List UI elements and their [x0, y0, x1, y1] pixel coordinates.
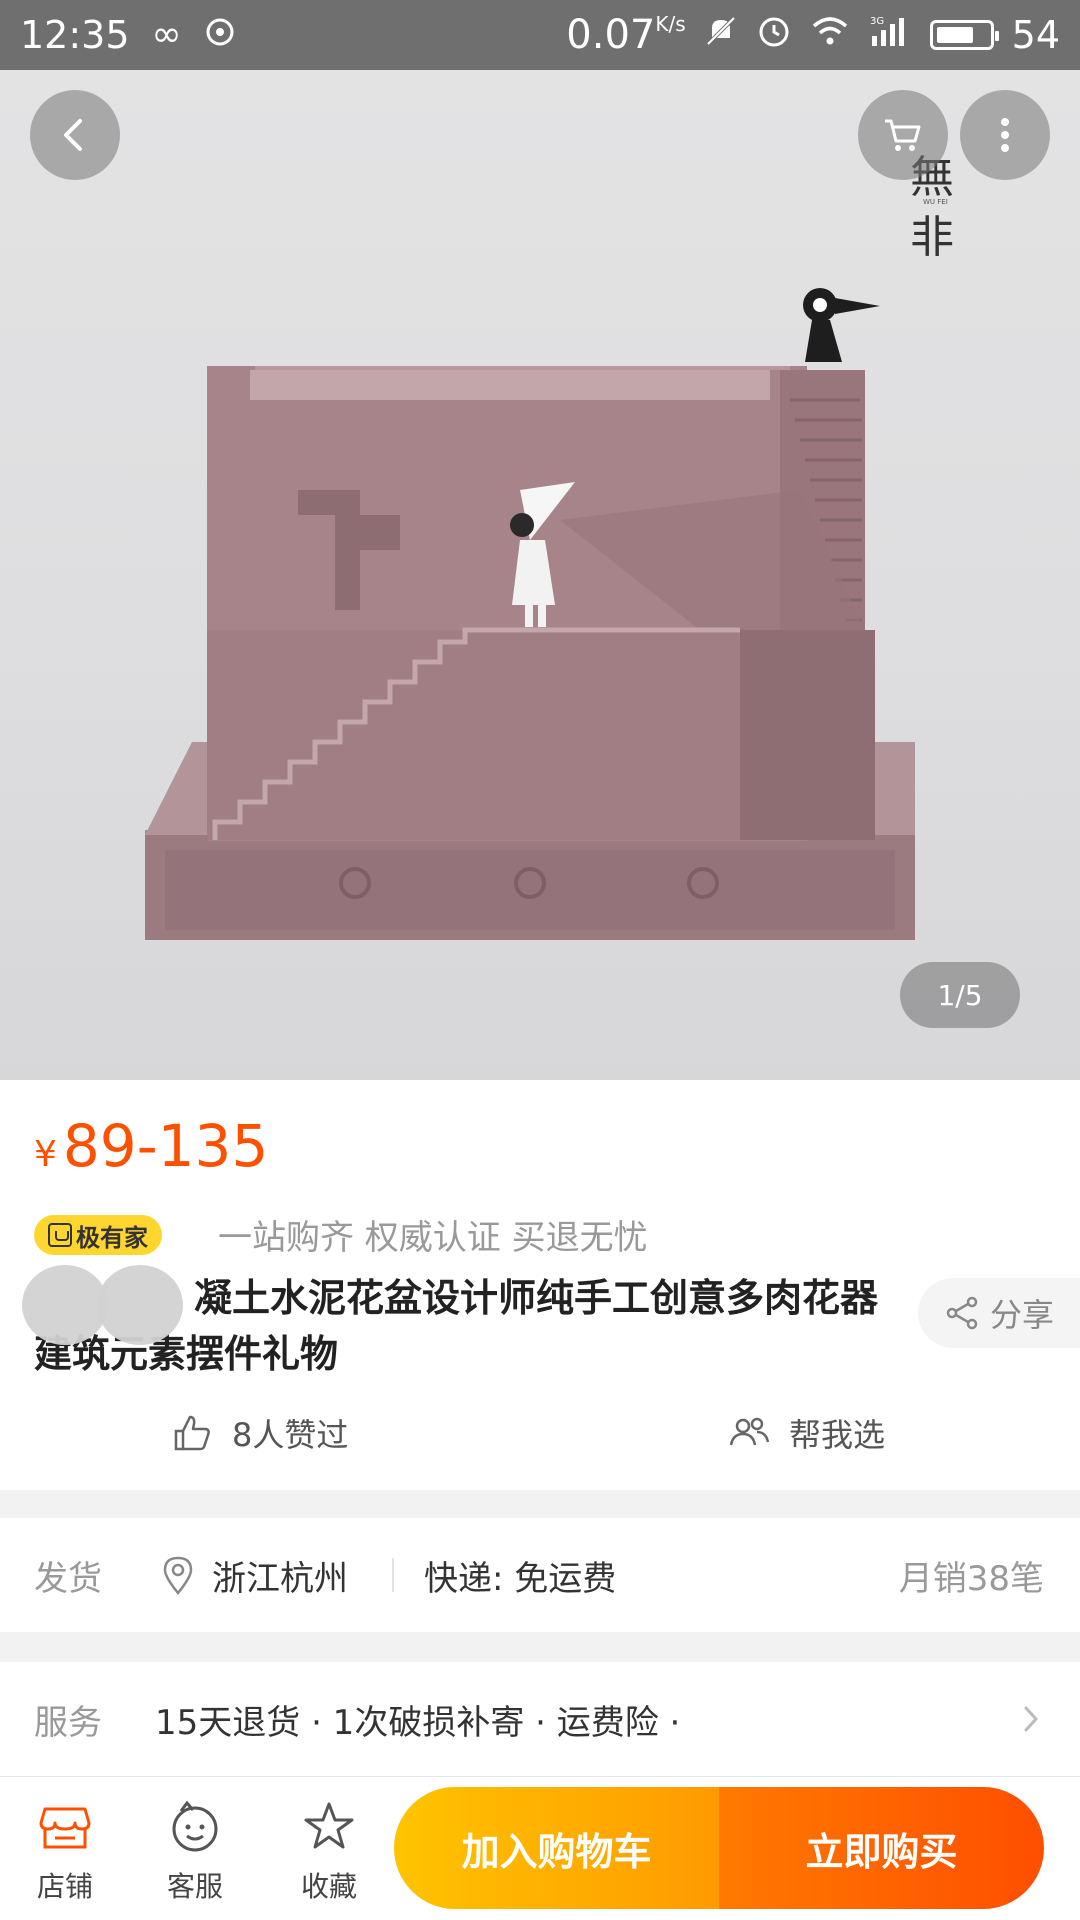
purchase-buttons: 加入购物车 立即购买 — [394, 1787, 1044, 1909]
cart-icon — [885, 119, 921, 151]
share-icon — [946, 1296, 978, 1330]
bottom-action-bar: 店铺 客服 收藏 加入购物车 立即购买 — [0, 1776, 1080, 1920]
infinity-icon: ∞ — [151, 14, 182, 55]
service-items: 15天退货 · 1次破损补寄 · 运费险 · — [155, 1702, 681, 1743]
shipping-location: 浙江杭州 — [160, 1551, 348, 1600]
help-label: 帮我选 — [789, 1416, 886, 1454]
network-speed: 0.07K/s — [566, 12, 686, 58]
shop-button[interactable]: 店铺 — [10, 1799, 120, 1905]
share-label: 分享 — [990, 1296, 1055, 1334]
share-button[interactable]: 分享 — [918, 1278, 1080, 1348]
star-icon — [304, 1802, 354, 1849]
add-to-cart-button[interactable]: 加入购物车 — [394, 1787, 719, 1909]
mute-icon — [704, 13, 738, 57]
chevron-right-icon — [1024, 1706, 1039, 1732]
help-me-choose-button[interactable]: 帮我选 — [727, 1410, 885, 1456]
more-vertical-icon — [1001, 118, 1009, 152]
status-time: 12:35 — [20, 13, 130, 57]
image-page-indicator: 1/5 — [900, 962, 1020, 1028]
network-type-text: 3G — [870, 16, 884, 27]
favorite-button[interactable]: 收藏 — [274, 1799, 384, 1905]
badge-icon — [48, 1223, 72, 1247]
alarm-icon — [756, 13, 792, 58]
service-label: 服务 — [34, 1702, 102, 1743]
location-pin-icon — [163, 1556, 193, 1595]
shipping-row[interactable]: 发货 浙江杭州 快递: 免运费 月销38笔 — [0, 1518, 1080, 1632]
price: ¥ 89-135 — [34, 1112, 268, 1180]
likes-button[interactable]: 8人赞过 — [170, 1410, 348, 1456]
favorite-label: 收藏 — [300, 1870, 357, 1903]
chevron-left-icon — [64, 119, 82, 151]
back-button[interactable] — [30, 90, 120, 180]
signal-icon: 3G — [868, 13, 912, 57]
shop-icon — [39, 1807, 91, 1849]
redacted-overlay — [22, 1265, 192, 1345]
wifi-icon — [810, 13, 850, 57]
badge-label: 极有家 — [76, 1223, 148, 1252]
buy-now-button[interactable]: 立即购买 — [719, 1787, 1044, 1909]
badge-slogan: 一站购齐 权威认证 买退无忧 — [218, 1218, 648, 1258]
more-options-button[interactable] — [960, 90, 1050, 180]
customer-service-button[interactable]: 客服 — [140, 1799, 250, 1905]
location-text: 浙江杭州 — [212, 1558, 348, 1599]
customer-service-label: 客服 — [166, 1870, 223, 1903]
jiyoujia-badge[interactable]: 极有家 — [34, 1215, 162, 1255]
sync-icon — [204, 13, 236, 57]
status-bar: 12:35 ∞ 0.07K/s 3G 54 — [0, 0, 1080, 70]
thumbs-up-icon — [174, 1415, 210, 1451]
shop-label: 店铺 — [36, 1870, 93, 1903]
shipping-label: 发货 — [34, 1558, 102, 1599]
divider — [392, 1558, 394, 1592]
product-image-carousel[interactable]: 無 WU FEI 非 1/5 — [0, 70, 1080, 1080]
price-range: 89-135 — [62, 1112, 269, 1180]
battery-icon — [929, 20, 999, 50]
people-icon — [729, 1417, 770, 1446]
express-fee: 快递: 免运费 — [424, 1558, 617, 1599]
likes-label: 8人赞过 — [232, 1416, 349, 1454]
svg-text:非: 非 — [910, 212, 954, 263]
product-info-card: ¥ 89-135 极有家 一站购齐 权威认证 买退无忧 凝土水泥花盆设计师纯手工… — [0, 1080, 1080, 1490]
svg-text:WU FEI: WU FEI — [923, 198, 948, 206]
currency-symbol: ¥ — [34, 1134, 57, 1175]
cart-button[interactable] — [858, 90, 948, 180]
battery-level: 54 — [1011, 13, 1060, 57]
monthly-sales: 月销38笔 — [898, 1558, 1044, 1599]
customer-service-icon — [172, 1800, 218, 1852]
service-row[interactable]: 服务 15天退货 · 1次破损补寄 · 运费险 · — [0, 1662, 1080, 1776]
